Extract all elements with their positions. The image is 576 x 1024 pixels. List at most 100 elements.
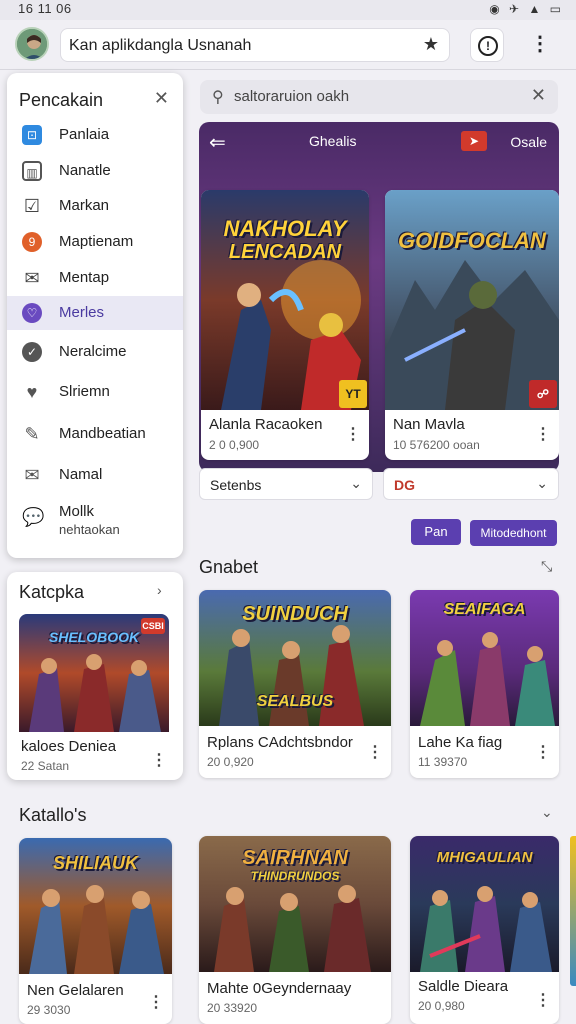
game-card[interactable]: SHELOBOOK CSBI kaloes Deniea 22 Satan ⋮	[19, 614, 169, 774]
clear-search-icon[interactable]: ✕	[531, 85, 546, 106]
expand-icon[interactable]: ⤡	[541, 558, 552, 575]
filter-select[interactable]: DG ⌄	[383, 468, 559, 500]
drawer-item[interactable]: ⊡ Panlaia	[7, 118, 183, 152]
game-meta: 10 576200 ooan	[393, 438, 480, 452]
check-circle-icon: ✓	[22, 342, 42, 362]
bookmark-star-icon[interactable]: ★	[423, 34, 439, 55]
card-more-icon[interactable]: ⋮	[367, 742, 383, 762]
featured-game-card[interactable]: NAKHOLAY LENCADAN YT Alanla Racaoken 2 0…	[201, 190, 369, 460]
card-more-icon[interactable]: ⋮	[535, 424, 551, 444]
game-card[interactable]: SEAIFAGA Lahe Ka fiag 11 39370 ⋮	[410, 590, 559, 778]
more-menu-icon[interactable]: ⋮	[528, 32, 552, 58]
drawer-item-label: Neralcime	[59, 343, 127, 360]
game-card[interactable]: MHIGAULIAN Saldle Dieara 20 0,980 ⋮	[410, 836, 559, 1024]
drawer-item[interactable]: 9 Maptienam	[7, 225, 183, 259]
drawer-item-label: Mandbeatian	[59, 425, 146, 442]
art-subtitle: SEALBUS	[256, 693, 334, 710]
chevron-down-icon: ⌄	[350, 475, 362, 491]
chevron-down-icon: ⌄	[536, 475, 548, 491]
mail-icon: ✉	[24, 268, 40, 288]
art-title: MHIGAULIAN	[436, 849, 533, 866]
game-meta: 22 Satan	[21, 759, 70, 773]
game-artwork: MHIGAULIAN	[410, 836, 559, 972]
card-more-icon[interactable]: ⋮	[345, 424, 361, 444]
url-text: Kan aplikdangla Usnanah	[69, 37, 252, 54]
status-bar: 16 11 06 ◉ ✈ ▲ ▭	[0, 0, 576, 20]
drawer-item[interactable]: ♥ Slriemn	[7, 375, 183, 409]
banner-action[interactable]: Osale	[510, 134, 547, 150]
drawer-item-label: Nanatle	[59, 162, 111, 179]
art-title: SEAIFAGA	[443, 601, 526, 618]
game-title: Lahe Ka fiag	[418, 734, 503, 751]
art-subtitle: THINDRUNDOS	[250, 869, 340, 883]
bag-icon: ⊡	[22, 125, 42, 145]
game-title: Rplans CAdchtsbndor	[207, 734, 353, 751]
mitodedhont-button[interactable]: Mitodedhont	[470, 520, 557, 546]
drawer-item-active[interactable]: ♡ Merles	[7, 296, 183, 330]
avatar[interactable]	[15, 27, 49, 61]
game-title: Mahte 0Geyndernaay	[207, 980, 352, 997]
search-bar[interactable]: ⚲ saltoraruion oakh ✕	[200, 80, 558, 114]
game-title: Nen Gelalaren	[27, 982, 124, 999]
game-artwork: GOIDFOCLAN ☍	[385, 190, 559, 410]
banner-title: Ghealis	[309, 133, 357, 149]
check-box-icon: ☑	[23, 196, 41, 216]
banner-badge[interactable]: ➤	[461, 131, 487, 151]
featured-game-card[interactable]: GOIDFOCLAN ☍ Nan Mavla 10 576200 ooan ⋮	[385, 190, 559, 460]
close-icon[interactable]: ✕	[154, 88, 169, 109]
game-meta: 2 0 0,900	[209, 438, 260, 452]
card-more-icon[interactable]: ⋮	[148, 992, 164, 1012]
game-title: Saldle Dieara	[418, 978, 509, 995]
art-title: GOIDFOCLAN	[398, 228, 546, 253]
game-artwork: SHILIAUK	[19, 838, 172, 974]
back-arrow-icon[interactable]: ⇐	[209, 130, 226, 155]
info-button[interactable]: !	[470, 28, 504, 62]
drawer-item-label: Markan	[59, 197, 110, 214]
drawer-item-label: Mollk	[59, 503, 95, 520]
featured-banner: ⇐ Ghealis ➤ Osale NAKHOLAY LENCADAN YT A…	[199, 122, 559, 472]
drawer-item-label: Slriemn	[59, 383, 110, 400]
game-artwork: SHELOBOOK CSBI	[19, 614, 169, 732]
search-input[interactable]: saltoraruion oakh	[234, 88, 349, 105]
age-rating-badge: ☍	[529, 380, 557, 408]
status-time: 16 11 06	[18, 1, 72, 16]
art-subtitle: LENCADAN	[228, 241, 342, 263]
game-artwork: SEAIFAGA	[410, 590, 559, 726]
section-title: Gnabet	[199, 557, 259, 577]
game-meta: 29 3030	[27, 1003, 71, 1017]
game-meta: 20 33920	[207, 1001, 258, 1015]
drawer-item-sublabel: nehtaokan	[59, 522, 120, 537]
drawer-item[interactable]: ✓ Neralcime	[7, 335, 183, 369]
drawer-item[interactable]: 💬 Mollk nehtaokan	[7, 495, 183, 543]
section-title: Katallo's	[19, 805, 87, 825]
url-bar[interactable]: Kan aplikdangla Usnanah ★	[60, 28, 450, 62]
game-artwork: NAKHOLAY LENCADAN YT	[201, 190, 369, 410]
art-title: SUINDUCH	[242, 603, 348, 625]
card-more-icon[interactable]: ⋮	[535, 990, 551, 1010]
pan-button[interactable]: Pan	[411, 519, 461, 545]
chevron-right-icon[interactable]: ›	[157, 582, 162, 598]
card-more-icon[interactable]: ⋮	[535, 742, 551, 762]
next-card-peek[interactable]	[570, 836, 576, 986]
grid-icon: ▥	[22, 161, 42, 181]
game-title: Alanla Racaoken	[209, 416, 323, 433]
notification-icon: 9	[22, 232, 42, 252]
game-card[interactable]: SUINDUCH SEALBUS Rplans CAdchtsbndor 20 …	[199, 590, 391, 778]
game-card[interactable]: SHILIAUK Nen Gelalaren 29 3030 ⋮	[19, 838, 172, 1024]
chevron-down-icon[interactable]: ⌄	[541, 804, 553, 821]
select-value: Setenbs	[210, 477, 262, 493]
art-title: NAKHOLAY	[223, 216, 347, 241]
filter-select[interactable]: Setenbs ⌄	[199, 468, 373, 500]
drawer-item-label: Namal	[59, 466, 103, 483]
drawer-item[interactable]: ✉ Mentap	[7, 261, 183, 295]
art-title: SHILIAUK	[53, 853, 138, 873]
drawer-item-label: Mentap	[59, 269, 110, 286]
game-card[interactable]: SAIRHNAN THINDRUNDOS Mahte 0Geyndernaay …	[199, 836, 391, 1024]
card-more-icon[interactable]: ⋮	[151, 750, 167, 770]
drawer-item[interactable]: ✉ Namal	[7, 458, 183, 492]
drawer-item[interactable]: ▥ Nanatle	[7, 154, 183, 188]
drawer-item[interactable]: ✎ Mandbeatian	[7, 417, 183, 451]
age-rating-badge: YT	[339, 380, 367, 408]
drawer-item[interactable]: ☑ Markan	[7, 189, 183, 223]
heart-filled-icon: ♥	[26, 382, 38, 402]
